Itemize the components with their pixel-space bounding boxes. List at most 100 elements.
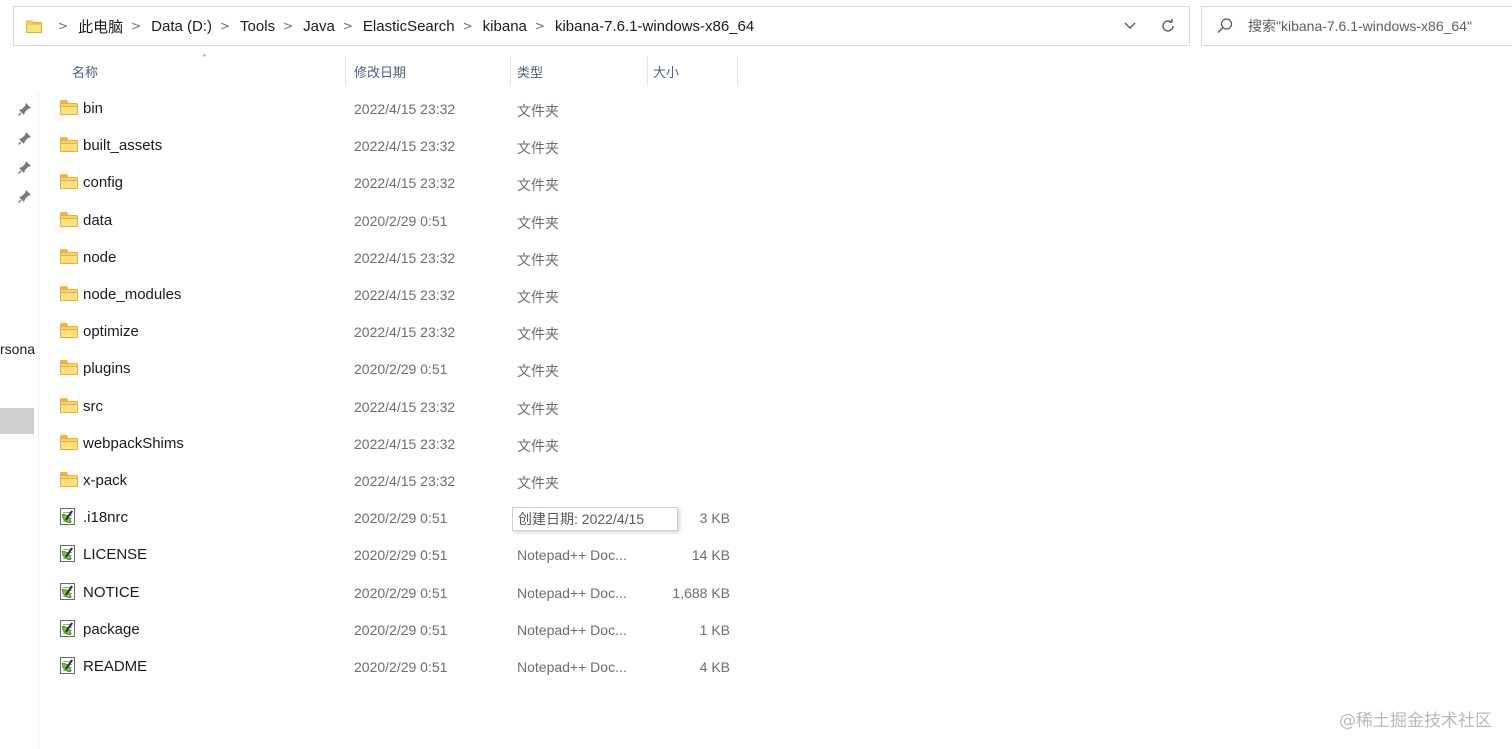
breadcrumb-item[interactable]: Java — [303, 18, 335, 35]
file-row[interactable]: NOTICE 2020/2/29 0:51 Notepad++ Doc... 1,68… — [40, 574, 740, 611]
folder-icon — [60, 286, 78, 302]
column-header-type[interactable]: 类型 — [517, 52, 543, 90]
file-size: 4 KB — [699, 659, 730, 675]
chevron-right-icon[interactable]: > — [220, 19, 230, 33]
nav-item-label[interactable]: rsona — [0, 341, 38, 357]
file-modified-date: 2020/2/29 0:51 — [354, 361, 448, 377]
file-name: plugins — [83, 360, 131, 377]
pane-divider[interactable] — [38, 92, 39, 749]
nav-item-selected[interactable] — [0, 408, 34, 434]
file-name: built_assets — [83, 137, 163, 154]
file-type: Notepad++ Doc... — [517, 622, 627, 638]
chevron-down-icon[interactable] — [1113, 7, 1147, 45]
breadcrumb: > 此电脑 > Data (D:) > Tools > Java > ElasticSearch >… — [50, 16, 754, 37]
pin-icon[interactable] — [18, 160, 32, 174]
refresh-icon[interactable] — [1147, 7, 1189, 45]
breadcrumb-item[interactable]: Tools — [240, 18, 275, 35]
breadcrumb-item[interactable]: Data (D:) — [151, 18, 212, 35]
sort-ascending-icon: ˄ — [202, 54, 207, 65]
file-type: 文件夹 — [517, 103, 559, 119]
file-modified-date: 2022/4/15 23:32 — [354, 436, 456, 452]
notepadpp-document-icon — [60, 620, 78, 637]
file-name: LICENSE — [83, 546, 148, 563]
breadcrumb-item[interactable]: ElasticSearch — [363, 18, 455, 35]
folder-icon — [60, 174, 78, 190]
column-separator[interactable] — [737, 56, 738, 86]
file-name: README — [83, 658, 148, 675]
file-type: 文件夹 — [517, 140, 559, 156]
chevron-right-icon[interactable]: > — [131, 19, 141, 33]
file-row[interactable]: bin 2022/4/15 23:32 文件夹 — [40, 90, 740, 127]
file-type: 文件夹 — [517, 252, 559, 268]
column-header-name[interactable]: 名称 — [72, 52, 98, 90]
file-modified-date: 2022/4/15 23:32 — [354, 175, 456, 191]
folder-icon — [60, 137, 78, 153]
chevron-right-icon[interactable]: > — [343, 19, 353, 33]
file-type: 文件夹 — [517, 326, 559, 342]
file-type: 文件夹 — [517, 289, 559, 305]
notepadpp-document-icon — [60, 545, 78, 562]
file-type: 文件夹 — [517, 363, 559, 379]
watermark: @稀土掘金技术社区 — [1339, 711, 1492, 731]
file-name: src — [83, 398, 103, 415]
folder-icon — [60, 249, 78, 265]
search-box[interactable]: 搜索"kibana-7.6.1-windows-x86_64" — [1201, 6, 1512, 46]
file-name: node_modules — [83, 286, 182, 303]
pin-icon[interactable] — [18, 189, 32, 203]
file-row[interactable]: LICENSE 2020/2/29 0:51 Notepad++ Doc... 14 … — [40, 536, 740, 573]
pin-icon[interactable] — [18, 102, 32, 116]
file-type: 文件夹 — [517, 438, 559, 454]
address-bar[interactable]: > 此电脑 > Data (D:) > Tools > Java > ElasticSearch >… — [13, 6, 1190, 46]
file-row[interactable]: built_assets 2022/4/15 23:32 文件夹 — [40, 127, 740, 164]
column-separator[interactable] — [510, 56, 511, 86]
file-modified-date: 2022/4/15 23:32 — [354, 324, 456, 340]
column-separator[interactable] — [647, 56, 648, 86]
navigation-pane: rsona — [0, 92, 38, 749]
breadcrumb-item[interactable]: 此电脑 — [78, 16, 123, 37]
file-modified-date: 2020/2/29 0:51 — [354, 659, 448, 675]
file-type: Notepad++ Doc... — [517, 547, 627, 563]
file-name: webpackShims — [83, 435, 184, 452]
file-row[interactable]: package 2020/2/29 0:51 Notepad++ Doc... 1 K… — [40, 611, 740, 648]
file-type: 文件夹 — [517, 177, 559, 193]
folder-icon — [60, 323, 78, 339]
notepadpp-document-icon — [60, 657, 78, 674]
folder-icon — [60, 360, 78, 376]
file-row[interactable]: x-pack 2022/4/15 23:32 文件夹 — [40, 462, 740, 499]
file-modified-date: 2022/4/15 23:32 — [354, 287, 456, 303]
file-row[interactable]: config 2022/4/15 23:32 文件夹 — [40, 164, 740, 201]
file-row[interactable]: webpackShims 2022/4/15 23:32 文件夹 — [40, 425, 740, 462]
folder-icon — [60, 398, 78, 414]
chevron-right-icon[interactable]: > — [283, 19, 293, 33]
file-row[interactable]: README 2020/2/29 0:51 Notepad++ Doc... 4 KB — [40, 648, 740, 685]
search-icon — [1216, 17, 1234, 35]
column-header-modified[interactable]: 修改日期 — [354, 52, 406, 90]
file-name: optimize — [83, 323, 139, 340]
column-headers: ˄ 名称 修改日期 类型 大小 — [40, 52, 740, 90]
file-type: 文件夹 — [517, 401, 559, 417]
pin-icon[interactable] — [18, 131, 32, 145]
file-row[interactable]: node_modules 2022/4/15 23:32 文件夹 — [40, 276, 740, 313]
breadcrumb-item[interactable]: kibana — [483, 18, 527, 35]
file-size: 1 KB — [699, 622, 730, 638]
file-row[interactable]: node 2022/4/15 23:32 文件夹 — [40, 239, 740, 276]
file-row[interactable]: plugins 2020/2/29 0:51 文件夹 — [40, 350, 740, 387]
search-input[interactable]: 搜索"kibana-7.6.1-windows-x86_64" — [1248, 16, 1472, 36]
folder-icon — [60, 212, 78, 228]
file-row[interactable]: src 2022/4/15 23:32 文件夹 — [40, 388, 740, 425]
file-modified-date: 2022/4/15 23:32 — [354, 399, 456, 415]
file-type: 文件夹 — [517, 215, 559, 231]
breadcrumb-item[interactable]: kibana-7.6.1-windows-x86_64 — [555, 18, 754, 35]
folder-icon — [60, 100, 78, 116]
column-separator[interactable] — [345, 56, 346, 86]
file-row[interactable]: optimize 2022/4/15 23:32 文件夹 — [40, 313, 740, 350]
folder-icon — [25, 20, 43, 33]
chevron-right-icon[interactable]: > — [535, 19, 545, 33]
chevron-right-icon[interactable]: > — [463, 19, 473, 33]
file-name: config — [83, 174, 124, 191]
file-size: 1,688 KB — [672, 585, 730, 601]
chevron-right-icon[interactable]: > — [58, 19, 68, 33]
file-name: .i18nrc — [83, 509, 129, 526]
file-row[interactable]: data 2020/2/29 0:51 文件夹 — [40, 202, 740, 239]
column-header-size[interactable]: 大小 — [653, 52, 679, 90]
